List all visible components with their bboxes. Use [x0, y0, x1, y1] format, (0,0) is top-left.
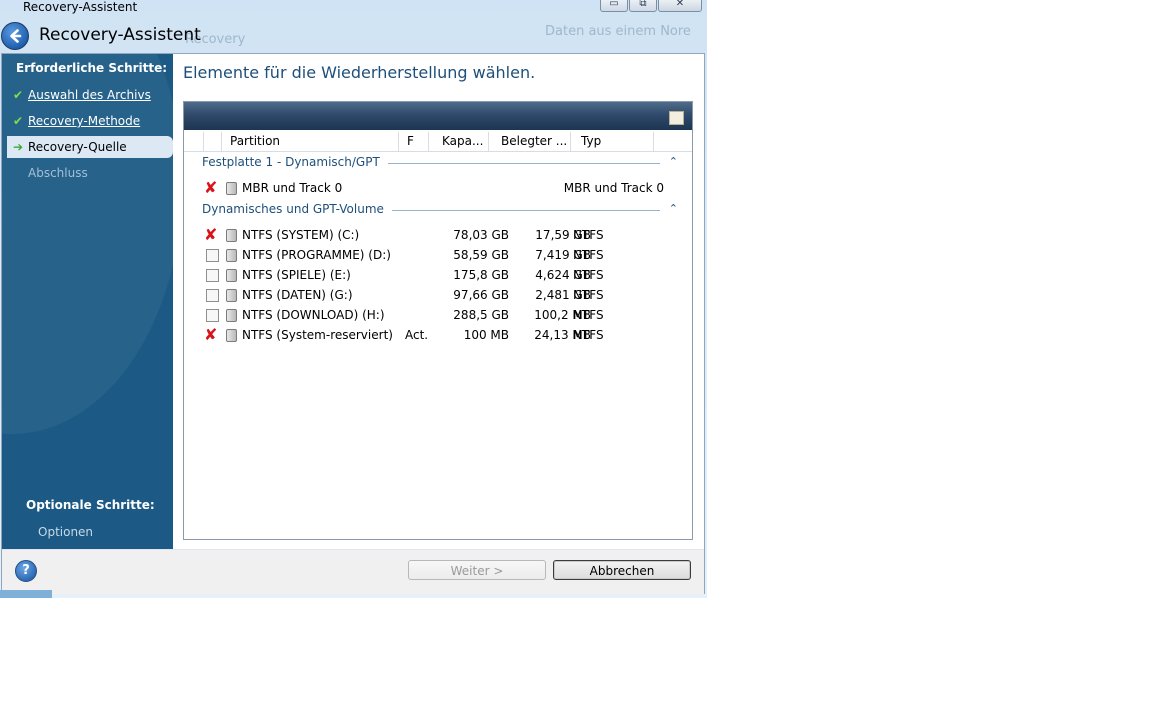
table-row[interactable]: NTFS (DOWNLOAD) (H:) 288,5 GB 100,2 MB N…	[204, 305, 684, 325]
column-options-icon[interactable]	[669, 111, 684, 125]
x-mark-icon[interactable]: ✘	[204, 178, 220, 198]
step-optionen[interactable]: Optionen	[38, 525, 93, 539]
wizard-title: Recovery-Assistent	[39, 25, 201, 45]
partition-type: NTFS	[573, 228, 604, 242]
group-festplatte-1: Festplatte 1 - Dynamisch/GPT ⌃	[202, 155, 684, 171]
help-button[interactable]: ?	[15, 560, 37, 582]
disk-icon	[226, 229, 237, 242]
table-header: Partition F Kapa... Belegter ... Typ	[184, 132, 692, 152]
partition-name: NTFS (DATEN) (G:)	[242, 288, 353, 302]
wizard-client-area: Erforderliche Schritte: ✔ Auswahl des Ar…	[1, 53, 705, 594]
partition-checkbox[interactable]	[206, 269, 219, 282]
step-label: Recovery-Quelle	[28, 140, 127, 154]
group-dynamisches-volume: Dynamisches und GPT-Volume ⌃	[202, 202, 684, 218]
partition-name: NTFS (SPIELE) (E:)	[242, 268, 351, 282]
step-label: Auswahl des Archivs	[28, 88, 151, 102]
partition-name: NTFS (SYSTEM) (C:)	[242, 228, 360, 242]
table-row[interactable]: NTFS (PROGRAMME) (D:) 58,59 GB 7,419 GB …	[204, 245, 684, 265]
partition-type: NTFS	[573, 288, 604, 302]
partition-type: NTFS	[573, 268, 604, 282]
partition-flag: Act.	[405, 328, 429, 342]
panel-toolbar	[184, 102, 692, 130]
table-row[interactable]: ✘ NTFS (System-reserviert) Act. 100 MB 2…	[204, 325, 684, 345]
arrow-left-icon	[10, 29, 22, 43]
window-controls: ▭ ⧉ ✕	[600, 0, 703, 13]
column-used[interactable]: Belegter ...	[489, 132, 571, 151]
collapse-icon[interactable]: ⌃	[669, 155, 678, 168]
partition-checkbox[interactable]	[206, 249, 219, 262]
partition-type: MBR und Track 0	[563, 181, 664, 195]
table-row[interactable]: ✘ NTFS (SYSTEM) (C:) 78,03 GB 17,59 GB N…	[204, 225, 684, 245]
wizard-footer: ? Weiter > Abbrechen	[2, 549, 704, 594]
recovery-wizard-window: Recovery-Assistent ▭ ⧉ ✕ Recovery Daten …	[0, 0, 707, 598]
maximize-button[interactable]: ⧉	[629, 0, 657, 12]
disk-icon	[226, 309, 237, 322]
collapse-icon[interactable]: ⌃	[669, 202, 678, 215]
close-button[interactable]: ✕	[658, 0, 702, 12]
step-recovery-quelle[interactable]: ➔ Recovery-Quelle	[7, 136, 173, 158]
disk-icon	[226, 182, 237, 195]
back-button[interactable]	[1, 22, 29, 50]
wizard-header: Recovery-Assistent	[0, 18, 707, 52]
optional-steps-heading: Optionale Schritte:	[26, 498, 155, 512]
column-partition[interactable]: Partition	[222, 132, 399, 151]
partition-name: NTFS (DOWNLOAD) (H:)	[242, 308, 385, 322]
column-flag[interactable]: F	[399, 132, 429, 151]
partition-type: NTFS	[573, 248, 604, 262]
minimize-button[interactable]: ▭	[600, 0, 628, 12]
x-mark-icon[interactable]: ✘	[204, 325, 220, 345]
partition-type: NTFS	[573, 328, 604, 342]
partition-name: NTFS (System-reserviert)	[242, 328, 393, 342]
partition-capacity: 175,8 GB	[453, 268, 509, 282]
disk-icon	[226, 329, 237, 342]
group-title: Dynamisches und GPT-Volume	[202, 202, 392, 216]
step-label: Abschluss	[28, 166, 88, 180]
partition-capacity: 58,59 GB	[453, 248, 509, 262]
x-mark-icon[interactable]: ✘	[204, 225, 220, 245]
partition-name: MBR und Track 0	[242, 181, 343, 195]
table-row[interactable]: NTFS (DATEN) (G:) 97,66 GB 2,481 GB NTFS	[204, 285, 684, 305]
column-type[interactable]: Typ	[571, 132, 654, 151]
cancel-button[interactable]: Abbrechen	[553, 560, 691, 580]
partition-type: NTFS	[573, 308, 604, 322]
step-abschluss: Abschluss	[7, 162, 173, 184]
page-title: Elemente für die Wiederherstellung wähle…	[183, 63, 536, 82]
disk-icon	[226, 249, 237, 262]
step-label: Recovery-Methode	[28, 114, 141, 128]
group-title: Festplatte 1 - Dynamisch/GPT	[202, 155, 388, 169]
table-row[interactable]: ✘ MBR und Track 0 MBR und Track 0	[204, 178, 684, 198]
partition-capacity: 288,5 GB	[453, 308, 509, 322]
disk-icon	[226, 289, 237, 302]
disk-icon	[226, 269, 237, 282]
check-icon: ✔	[12, 114, 24, 128]
check-icon: ✔	[12, 88, 24, 102]
partition-capacity: 97,66 GB	[453, 288, 509, 302]
window-title: Recovery-Assistent	[23, 0, 138, 14]
partition-checkbox[interactable]	[206, 309, 219, 322]
arrow-right-icon: ➔	[12, 140, 24, 154]
step-auswahl-des-archivs[interactable]: ✔ Auswahl des Archivs	[7, 84, 173, 106]
table-row[interactable]: NTFS (SPIELE) (E:) 175,8 GB 4,624 GB NTF…	[204, 265, 684, 285]
required-steps-heading: Erforderliche Schritte:	[16, 61, 168, 75]
partition-capacity: 78,03 GB	[453, 228, 509, 242]
partition-checkbox[interactable]	[206, 289, 219, 302]
partition-capacity: 100 MB	[463, 328, 509, 342]
partition-selection-panel: Partition F Kapa... Belegter ... Typ Fes…	[183, 101, 693, 540]
partition-name: NTFS (PROGRAMME) (D:)	[242, 248, 391, 262]
step-recovery-methode[interactable]: ✔ Recovery-Methode	[7, 110, 173, 132]
wizard-steps-sidebar: Erforderliche Schritte: ✔ Auswahl des Ar…	[2, 54, 173, 549]
column-capacity[interactable]: Kapa...	[429, 132, 489, 151]
next-button[interactable]: Weiter >	[408, 560, 546, 580]
title-bar: Recovery-Assistent ▭ ⧉ ✕	[0, 0, 707, 16]
